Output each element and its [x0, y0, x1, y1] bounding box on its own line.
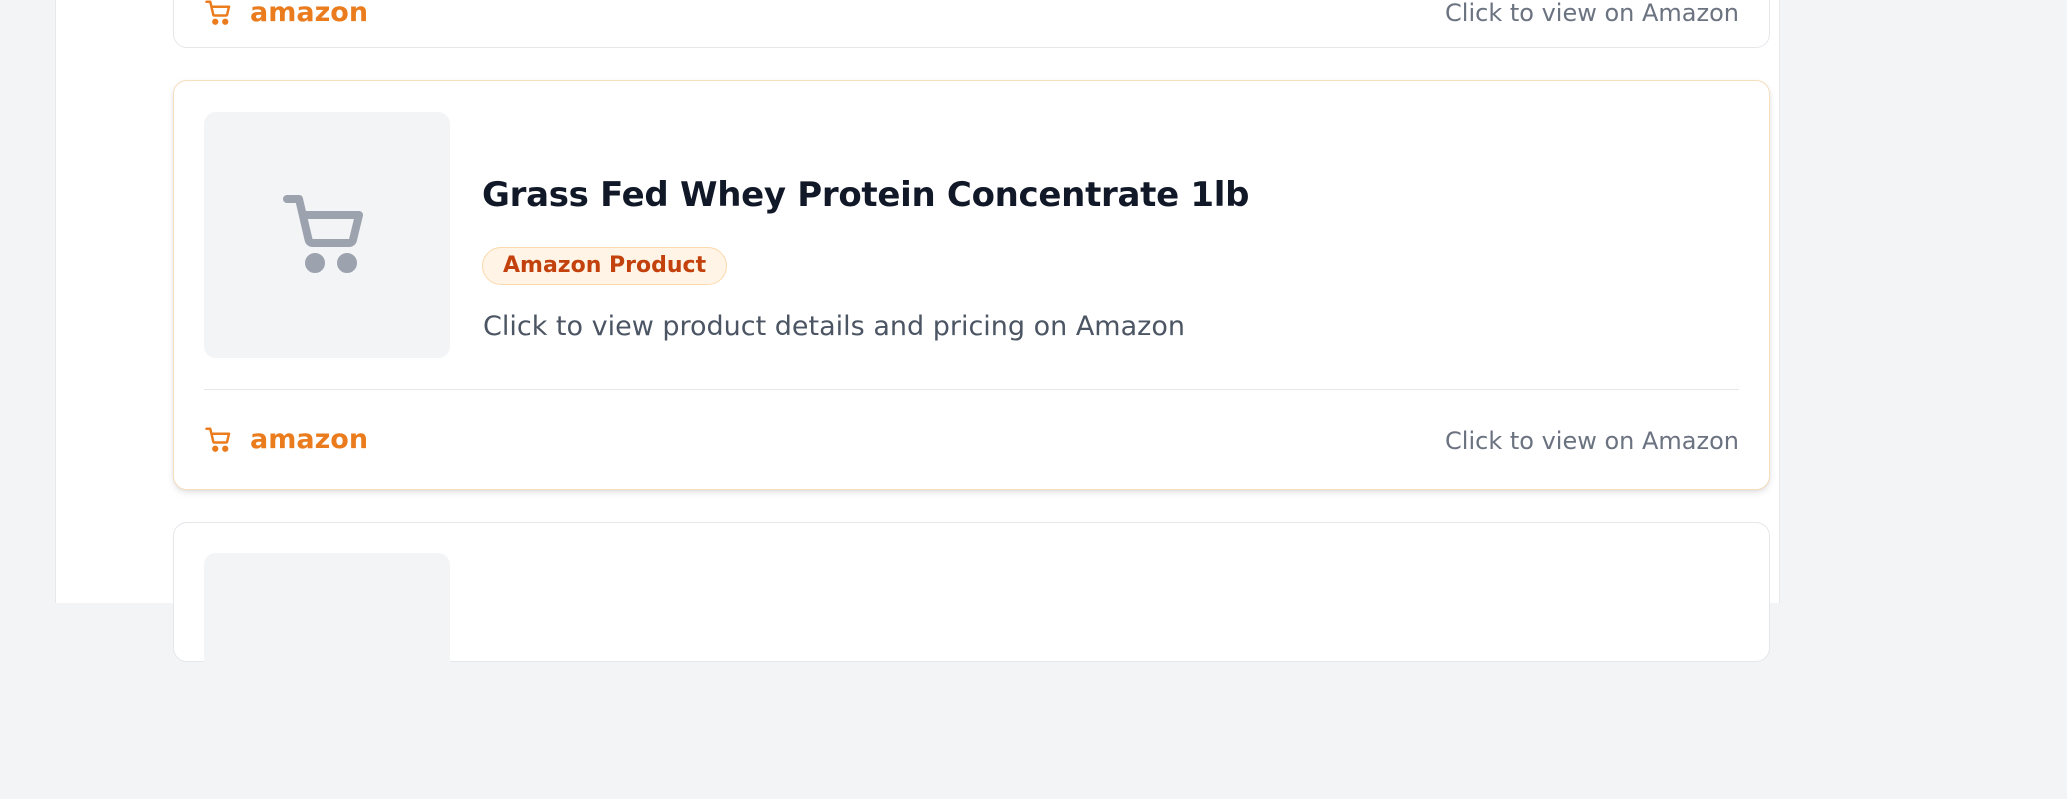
product-thumbnail[interactable]	[204, 112, 450, 358]
amazon-product-badge: Amazon Product	[482, 247, 728, 285]
product-description: Click to view product details and pricin…	[483, 311, 1185, 342]
product-title[interactable]: Grass Fed Whey Protein Concentrate 1lb	[482, 175, 1249, 215]
shopping-cart-icon	[204, 0, 234, 28]
card-divider	[204, 389, 1739, 390]
shopping-cart-icon	[279, 187, 375, 283]
brand-label: amazon	[250, 0, 369, 28]
product-thumbnail[interactable]	[204, 553, 450, 799]
view-on-amazon-link[interactable]: Click to view on Amazon	[1445, 427, 1739, 455]
amazon-brand-link[interactable]: amazon	[204, 0, 368, 28]
results-column: amazon Click to view on Amazon Grass Fed…	[55, 0, 1780, 799]
view-on-amazon-link[interactable]: Click to view on Amazon	[1445, 0, 1739, 27]
amazon-brand-link[interactable]: amazon	[204, 424, 368, 455]
product-card[interactable]: Grass Fed Whey Protein Concentrate 1lb A…	[173, 80, 1770, 490]
shopping-cart-icon	[204, 425, 234, 455]
product-card[interactable]: amazon Click to view on Amazon	[173, 0, 1770, 48]
brand-label: amazon	[250, 424, 369, 455]
product-card[interactable]	[173, 522, 1770, 799]
